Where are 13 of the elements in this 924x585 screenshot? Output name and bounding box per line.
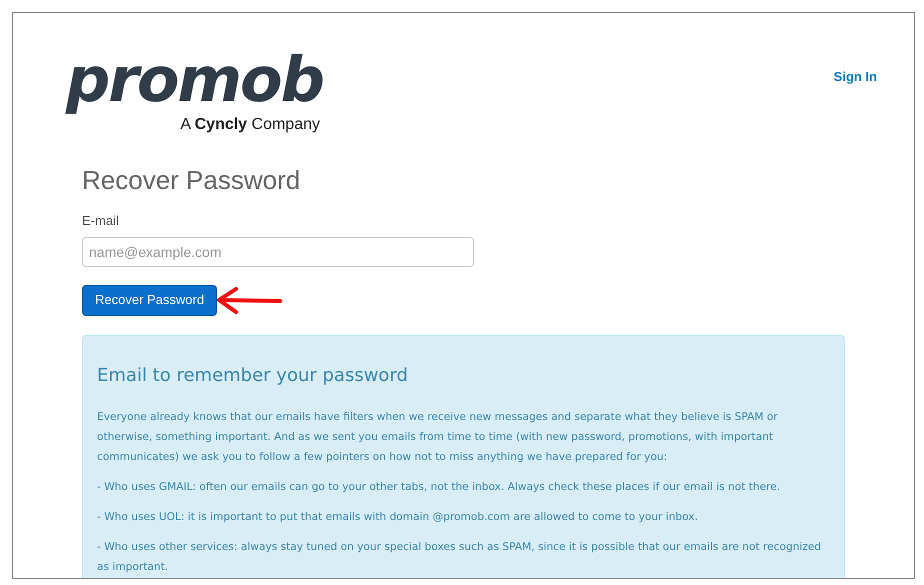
info-paragraph: - Who uses UOL: it is important to put that emails with domain @promob.com are allowed to come to your inbox. [97, 510, 699, 524]
info-paragraph: - Who uses GMAIL: often our emails can go to your other tabs, not the inbox. Always check these places if our email is not there. [97, 480, 782, 494]
page-title: Recover Password [82, 165, 302, 195]
arrow-icon [214, 285, 284, 315]
email-field[interactable]: name@example.com [82, 236, 474, 266]
email-label: E-mail [82, 212, 119, 230]
logo-wordmark: promob [66, 47, 323, 113]
info-paragraph: Everyone already knows that our emails have filters when we receive new messages and separate what they believe is SPAM or otherwise, something important. And as we sent you emails from time to time (with new password, promotions, with important communicates) we ask you to follow a few pointers on how not to miss anything we have prepared for you: [97, 410, 779, 464]
info-panel-title: Email to remember your password [97, 364, 409, 388]
logo-tagline: A Cyncly Company [180, 115, 320, 135]
sign-in-link[interactable]: Sign In [834, 67, 877, 86]
recover-password-button[interactable]: Recover Password [82, 284, 218, 316]
info-paragraph: - Who uses other services: always stay tuned on your special boxes such as SPAM, since it is possible that our emails are not recognized as important. [97, 540, 822, 574]
